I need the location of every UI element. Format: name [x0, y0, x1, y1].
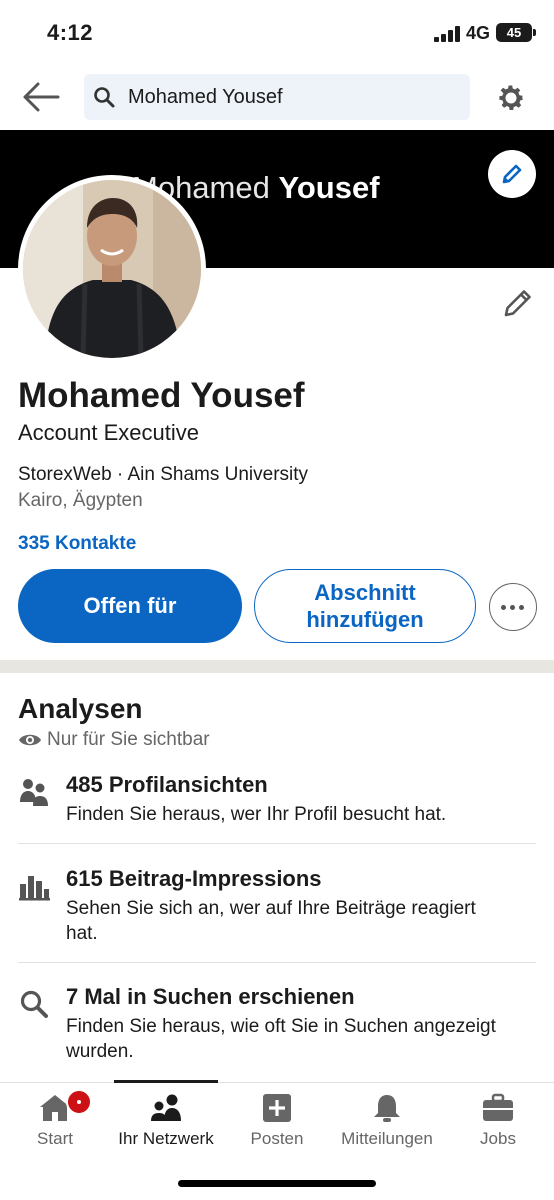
gear-icon[interactable] [495, 82, 527, 114]
analytics-title: Analysen [18, 693, 143, 724]
analytics-item-description: Sehen Sie sich an, wer auf Ihre Beiträge… [66, 898, 476, 944]
nav-label: Jobs [480, 1129, 516, 1148]
analytics-item-description: Finden Sie heraus, wer Ihr Profil besuch… [66, 804, 447, 825]
avatar-frame[interactable] [18, 175, 206, 363]
eye-icon [19, 734, 41, 746]
pencil-icon [502, 164, 522, 184]
notification-badge [66, 1089, 92, 1115]
bell-icon [374, 1095, 400, 1122]
nav-label: Ihr Netzwerk [118, 1129, 214, 1148]
battery-icon: 45 [496, 23, 536, 42]
search-icon [94, 87, 115, 108]
status-bar: 4:12 4G 45 [0, 0, 554, 64]
analytics-item-title: 615 Beitrag-Impressions [66, 866, 322, 891]
analytics-item-title: 485 Profilansichten [66, 772, 268, 797]
analytics-item-description: Finden Sie heraus, wie oft Sie in Suchen… [66, 1016, 496, 1062]
profile-location: Kairo, Ägypten [18, 490, 143, 511]
nav-item-network[interactable]: Ihr Netzwerk [111, 1083, 221, 1163]
edit-profile-pencil-icon[interactable] [500, 285, 536, 321]
network-type: 4G [466, 23, 491, 43]
section-divider [0, 660, 554, 673]
nav-item-post[interactable]: Posten [222, 1083, 332, 1163]
add-section-button[interactable]: Abschnitt hinzufügen [254, 569, 476, 643]
profile-name: Mohamed Yousef [18, 376, 305, 415]
analytics-profile-views[interactable]: 485 Profilansichten Finden Sie heraus, w… [18, 772, 536, 832]
analytics-post-impressions[interactable]: 615 Beitrag-Impressions Sehen Sie sich a… [18, 866, 536, 944]
banner-text-last: Yousef [278, 170, 380, 205]
network-icon [151, 1094, 181, 1121]
open-to-button[interactable]: Offen für [18, 569, 242, 643]
nav-item-notifications[interactable]: Mitteilungen [332, 1083, 442, 1163]
top-bar [0, 64, 554, 130]
edit-banner-button[interactable] [488, 150, 536, 198]
visibility-text: Nur für Sie sichtbar [47, 729, 210, 750]
analytics-item-title: 7 Mal in Suchen erschienen [66, 984, 355, 1009]
bar-chart-icon [19, 876, 50, 901]
nav-label: Mitteilungen [341, 1129, 433, 1148]
search-icon [20, 990, 48, 1018]
profile-headline: Account Executive [18, 420, 199, 445]
search-bar[interactable] [84, 74, 470, 120]
nav-item-jobs[interactable]: Jobs [443, 1083, 553, 1163]
nav-item-start[interactable]: Start [0, 1083, 110, 1163]
signal-icon [434, 26, 460, 42]
more-options-button[interactable] [489, 583, 537, 631]
analytics-search-appearances[interactable]: 7 Mal in Suchen erschienen Finden Sie he… [18, 984, 536, 1062]
briefcase-icon [483, 1093, 513, 1121]
profile-org-line[interactable]: StorexWeb · Ain Shams University [18, 464, 308, 486]
avatar-photo [23, 180, 201, 358]
status-time: 4:12 [47, 20, 94, 45]
connections-link[interactable]: 335 Kontakte [18, 533, 136, 555]
avatar [23, 180, 201, 358]
nav-label: Posten [250, 1129, 304, 1148]
battery-level: 45 [506, 25, 522, 40]
plus-box-icon [263, 1094, 291, 1122]
list-divider [18, 962, 536, 963]
home-indicator [178, 1180, 376, 1187]
nav-label: Start [37, 1129, 73, 1148]
search-input[interactable] [128, 74, 458, 120]
list-divider [18, 843, 536, 844]
back-arrow-icon[interactable] [22, 80, 60, 114]
people-icon [20, 779, 48, 806]
